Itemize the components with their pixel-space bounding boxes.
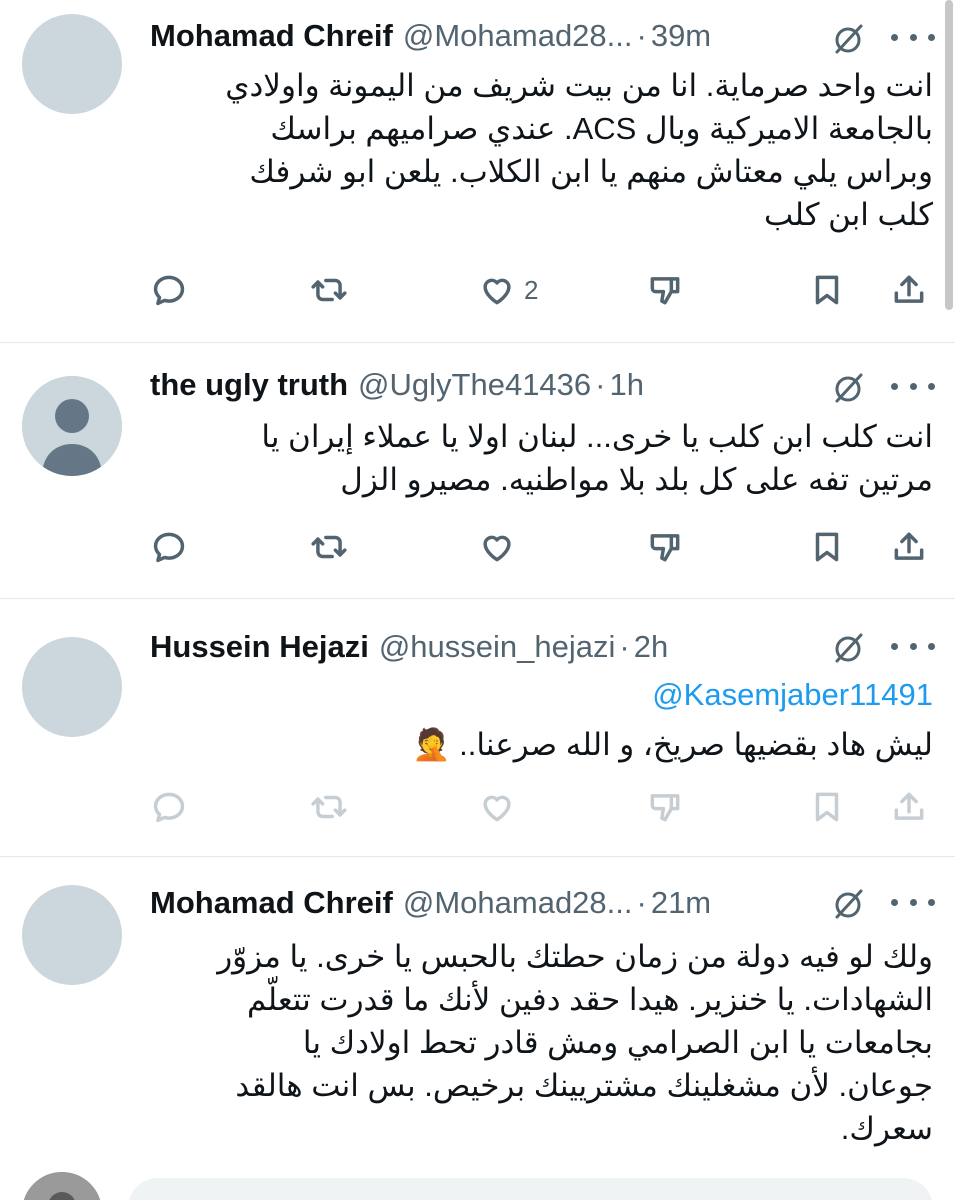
share-icon — [894, 792, 924, 820]
tweet-text: انت واحد صرماية. انا من بيت شريف من اليم… — [150, 64, 933, 236]
grok-icon[interactable] — [831, 22, 865, 56]
reply-icon — [153, 792, 185, 823]
bookmark-button[interactable] — [808, 268, 846, 312]
tweet-reply[interactable]: Hussein Hejazi @hussein_hejazi · 2h @Kas… — [0, 599, 955, 857]
grok-icon[interactable] — [831, 631, 865, 665]
dislike-button[interactable] — [646, 525, 684, 569]
timestamp[interactable]: 1h — [609, 367, 643, 403]
display-name[interactable]: the ugly truth — [150, 367, 348, 403]
text-line: وبراس يلي معتاش منهم يا ابن الكلاب. يلعن… — [249, 154, 933, 189]
text-line: ليش هاد بقضيها صريخ، و الله صرعنا.. 🤦 — [411, 727, 933, 762]
reply-icon — [153, 275, 185, 306]
timestamp[interactable]: 2h — [634, 629, 668, 665]
retweet-button[interactable] — [310, 268, 348, 312]
like-button[interactable]: 2 — [478, 268, 538, 312]
retweet-icon — [311, 278, 347, 302]
more-icon[interactable] — [891, 20, 935, 54]
bookmark-button[interactable] — [808, 525, 846, 569]
dislike-icon — [650, 277, 680, 305]
user-handle[interactable]: @Mohamad28... — [403, 18, 633, 54]
grok-icon[interactable] — [831, 371, 865, 405]
dislike-button[interactable] — [646, 268, 684, 312]
bookmark-icon — [815, 792, 839, 822]
text-line: جوعان. لأن مشغلينك مشتريينك برخيص. بس ان… — [235, 1068, 933, 1103]
separator-dot: · — [619, 629, 630, 664]
reply-input[interactable] — [128, 1178, 933, 1200]
more-icon[interactable] — [891, 629, 935, 663]
share-button[interactable] — [890, 268, 928, 312]
tweet-header: Mohamad Chreif @Mohamad28... · 39m — [150, 18, 935, 58]
more-icon[interactable] — [891, 885, 935, 919]
bookmark-button[interactable] — [808, 785, 846, 829]
like-button[interactable] — [478, 785, 524, 829]
avatar[interactable] — [22, 885, 122, 985]
retweet-button[interactable] — [310, 785, 348, 829]
retweet-icon — [311, 795, 347, 819]
user-handle[interactable]: @hussein_hejazi — [379, 629, 616, 665]
like-button[interactable] — [478, 525, 524, 569]
reply-button[interactable] — [150, 268, 188, 312]
avatar[interactable] — [22, 376, 122, 476]
share-button[interactable] — [890, 525, 928, 569]
reply-icon — [153, 532, 185, 563]
default-avatar-icon — [22, 376, 122, 476]
more-icon[interactable] — [891, 369, 935, 403]
display-name[interactable]: Mohamad Chreif — [150, 885, 393, 921]
like-icon — [483, 278, 511, 305]
timestamp[interactable]: 21m — [651, 885, 711, 921]
timestamp[interactable]: 39m — [651, 18, 711, 54]
avatar[interactable] — [22, 14, 122, 114]
text-line: انت كلب ابن كلب يا خرى... لبنان اولا يا … — [261, 419, 933, 454]
display-name[interactable]: Mohamad Chreif — [150, 18, 393, 54]
separator-dot: · — [636, 885, 647, 920]
share-icon — [894, 275, 924, 303]
tweet-header: Hussein Hejazi @hussein_hejazi · 2h — [150, 629, 935, 669]
text-line: بجامعات يا ابن الصرامي ومش قادر تحط اولا… — [302, 1025, 933, 1060]
reply-button[interactable] — [150, 525, 188, 569]
share-icon — [894, 532, 924, 560]
bookmark-icon — [815, 275, 839, 305]
tweet-reply[interactable]: the ugly truth @UglyThe41436 · 1h انت كل… — [0, 343, 955, 599]
text-line: سعرك. — [840, 1111, 933, 1146]
tweet-text: ولك لو فيه دولة من زمان حطتك بالحبس يا خ… — [150, 935, 933, 1150]
display-name[interactable]: Hussein Hejazi — [150, 629, 369, 665]
tweet-header: the ugly truth @UglyThe41436 · 1h — [150, 367, 935, 407]
text-line: ولك لو فيه دولة من زمان حطتك بالحبس يا خ… — [217, 939, 933, 974]
text-line: كلب ابن كلب — [764, 197, 933, 232]
current-user-avatar[interactable] — [22, 1172, 102, 1200]
retweet-button[interactable] — [310, 525, 348, 569]
text-line: مرتين تفه على كل بلد بلا مواطنيه. مصيرو … — [340, 462, 933, 497]
separator-dot: · — [595, 367, 606, 402]
like-icon — [483, 535, 511, 562]
bookmark-icon — [815, 532, 839, 562]
dislike-icon — [650, 794, 680, 822]
tweet-reply[interactable]: Mohamad Chreif @Mohamad28... · 21m ولك ل… — [0, 857, 955, 1157]
like-count: 2 — [524, 274, 539, 305]
dislike-icon — [650, 534, 680, 562]
user-handle[interactable]: @Mohamad28... — [403, 885, 633, 921]
text-line: انت واحد صرماية. انا من بيت شريف من اليم… — [225, 68, 933, 103]
user-handle[interactable]: @UglyThe41436 — [358, 367, 591, 403]
text-line: الشهادات. يا خنزير. هيدا حقد دفين لأنك م… — [246, 982, 933, 1017]
tweet-text: انت كلب ابن كلب يا خرى... لبنان اولا يا … — [150, 415, 933, 501]
share-button[interactable] — [890, 785, 928, 829]
grok-icon[interactable] — [831, 887, 865, 921]
separator-dot: · — [636, 18, 647, 53]
tweet-reply[interactable]: Mohamad Chreif @Mohamad28... · 39m انت و… — [0, 0, 955, 343]
text-line: بالجامعة الاميركية وبال ACS. عندي صراميه… — [270, 111, 933, 146]
avatar[interactable] — [22, 637, 122, 737]
dislike-button[interactable] — [646, 785, 684, 829]
retweet-icon — [311, 535, 347, 559]
reply-button[interactable] — [150, 785, 188, 829]
tweet-text: ليش هاد بقضيها صريخ، و الله صرعنا.. 🤦 — [150, 723, 933, 766]
tweet-actions — [150, 785, 933, 829]
tweet-header: Mohamad Chreif @Mohamad28... · 21m — [150, 885, 935, 925]
tweet-actions — [150, 525, 933, 569]
like-icon — [483, 795, 511, 822]
tweet-actions: 2 — [150, 268, 933, 312]
mention-link[interactable]: @Kasemjaber11491 — [150, 677, 933, 713]
